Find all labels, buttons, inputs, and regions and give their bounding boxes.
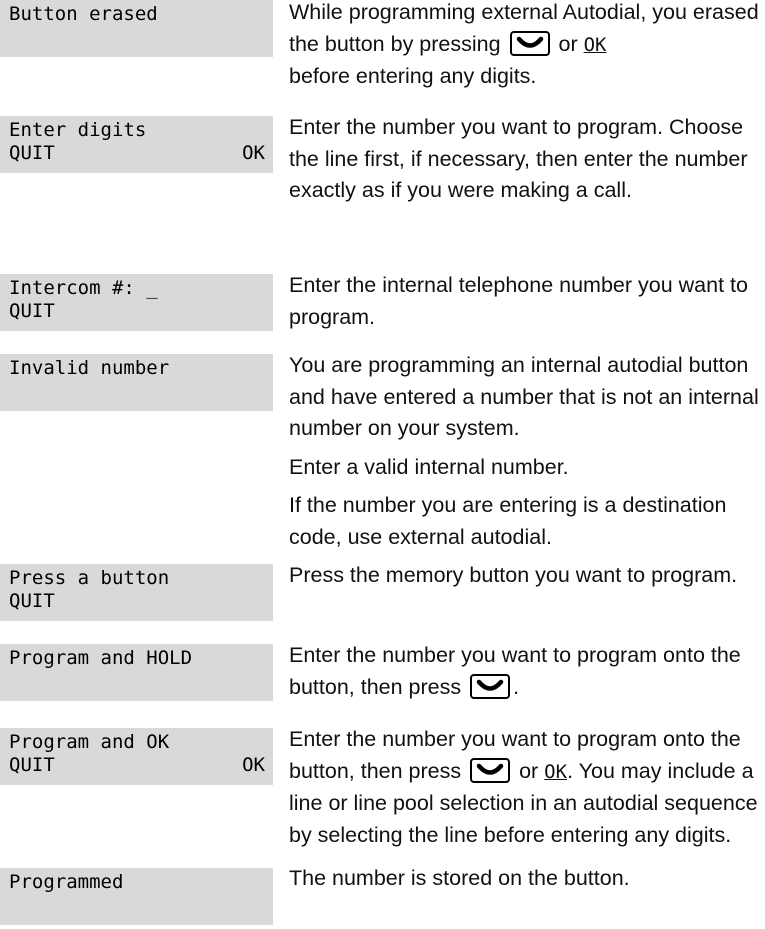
display-line-1: Program and HOLD: [9, 647, 193, 669]
desc-paragraph: Enter a valid internal number.: [289, 454, 569, 479]
display-panel: Program and OK QUIT OK: [0, 728, 273, 785]
display-panel: Intercom #: _ QUIT: [0, 274, 273, 331]
entry-description: The number is stored on the button.: [289, 866, 630, 890]
softkey-quit: QUIT: [9, 142, 55, 164]
softkey-quit: QUIT: [9, 300, 55, 322]
desc-text: before entering any digits.: [289, 64, 537, 88]
display-line-1: Intercom #: _: [9, 277, 158, 299]
display-panel: Press a button QUIT: [0, 564, 273, 621]
entry-description: Press the memory button you want to prog…: [289, 563, 738, 587]
softkey-ok: OK: [242, 142, 265, 164]
display-line-1: Button erased: [9, 3, 158, 25]
display-line-2: QUIT: [9, 301, 273, 324]
desc-paragraph: You are programming an internal autodial…: [289, 353, 759, 440]
entry-description: Enter the number you want to program. Ch…: [289, 115, 748, 202]
hold-key-icon: [509, 30, 550, 56]
desc-paragraph: If the number you are entering is a dest…: [289, 493, 727, 549]
desc-text: or: [552, 31, 584, 56]
desc-text: .: [513, 674, 520, 699]
entry-description: Enter the number you want to program ont…: [289, 724, 761, 858]
display-line-1: Press a button: [9, 567, 170, 589]
display-line-1: Enter digits: [9, 119, 147, 141]
display-line-2: QUIT OK: [9, 755, 273, 778]
display-panel: Invalid number: [0, 354, 273, 411]
display-line-1: Program and OK: [9, 731, 170, 753]
softkey-quit: QUIT: [9, 754, 55, 776]
display-line-1: Programmed: [9, 871, 124, 893]
entry-description: While programming external Autodial, you…: [289, 0, 761, 100]
manual-page: Button erased While programming external…: [0, 0, 765, 929]
hold-key-icon: [470, 673, 511, 699]
entry-description: Enter the number you want to program ont…: [289, 640, 761, 710]
hold-key-icon: [470, 757, 511, 783]
display-panel: Program and HOLD: [0, 644, 273, 701]
display-panel: Programmed: [0, 868, 273, 925]
entry-description: You are programming an internal autodial…: [289, 350, 761, 560]
entry-description: Enter the internal telephone number you …: [289, 273, 748, 329]
softkey-quit: QUIT: [9, 590, 55, 612]
display-line-2: QUIT: [9, 591, 273, 614]
ok-softkey-ref: OK: [544, 760, 568, 783]
display-panel: Button erased: [0, 0, 273, 57]
display-line-2: QUIT OK: [9, 143, 273, 166]
softkey-ok: OK: [242, 754, 265, 776]
display-panel: Enter digits QUIT OK: [0, 116, 273, 173]
display-line-1: Invalid number: [9, 357, 170, 379]
desc-text: or: [513, 758, 545, 783]
ok-softkey-ref: OK: [583, 33, 607, 56]
